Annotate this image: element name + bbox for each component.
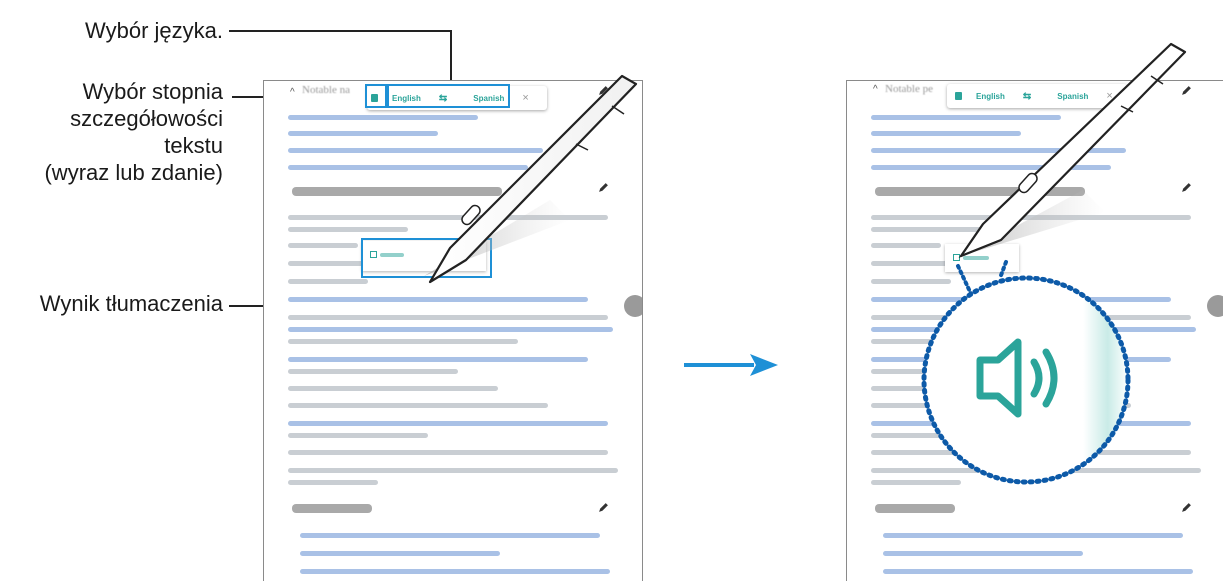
list-item bbox=[288, 468, 618, 473]
page-heading: Notable pe bbox=[885, 83, 933, 95]
list-item bbox=[883, 533, 1183, 538]
list-item bbox=[288, 227, 408, 232]
callout-detail: Wybór stopnia szczegółowości tekstu (wyr… bbox=[10, 78, 223, 186]
s-pen-left bbox=[424, 74, 638, 284]
list-item bbox=[288, 279, 368, 284]
list-item bbox=[288, 315, 608, 320]
edit-fab[interactable] bbox=[624, 295, 642, 317]
list-item bbox=[288, 421, 608, 426]
collapse-icon[interactable]: ^ bbox=[290, 87, 295, 98]
list-item bbox=[288, 297, 588, 302]
list-item bbox=[288, 403, 548, 408]
list-item bbox=[288, 339, 518, 344]
list-item bbox=[300, 551, 500, 556]
page-heading: Notable na bbox=[302, 84, 350, 96]
collapse-icon[interactable]: ^ bbox=[873, 84, 878, 95]
speaker-magnifier bbox=[921, 260, 1131, 485]
list-item bbox=[288, 386, 498, 391]
list-item bbox=[288, 327, 613, 332]
list-item bbox=[288, 261, 368, 266]
callout-language-line bbox=[229, 30, 451, 32]
callout-detail-line3: tekstu bbox=[164, 133, 223, 158]
arrow-right-icon bbox=[684, 354, 778, 376]
list-item bbox=[288, 243, 358, 248]
list-item bbox=[288, 357, 588, 362]
callout-language: Wybór języka. bbox=[85, 18, 223, 43]
edit-icon[interactable] bbox=[598, 502, 609, 513]
callout-result: Wynik tłumaczenia bbox=[39, 291, 223, 316]
list-item bbox=[288, 433, 428, 438]
list-item bbox=[288, 369, 458, 374]
list-item bbox=[883, 551, 1083, 556]
detail-mode-highlight bbox=[365, 84, 387, 108]
callout-detail-line1: Wybór stopnia bbox=[82, 79, 223, 104]
s-pen-right bbox=[958, 42, 1187, 258]
list-item bbox=[883, 569, 1193, 574]
list-item bbox=[300, 569, 610, 574]
section-heading bbox=[875, 504, 955, 513]
list-item bbox=[288, 450, 608, 455]
callout-detail-line4: (wyraz lub zdanie) bbox=[44, 160, 223, 185]
list-item bbox=[288, 480, 378, 485]
list-item bbox=[871, 243, 941, 248]
edit-icon[interactable] bbox=[1181, 502, 1192, 513]
callout-detail-line2: szczegółowości bbox=[70, 106, 223, 131]
list-item bbox=[300, 533, 600, 538]
edit-fab[interactable] bbox=[1207, 295, 1223, 317]
section-heading bbox=[292, 504, 372, 513]
